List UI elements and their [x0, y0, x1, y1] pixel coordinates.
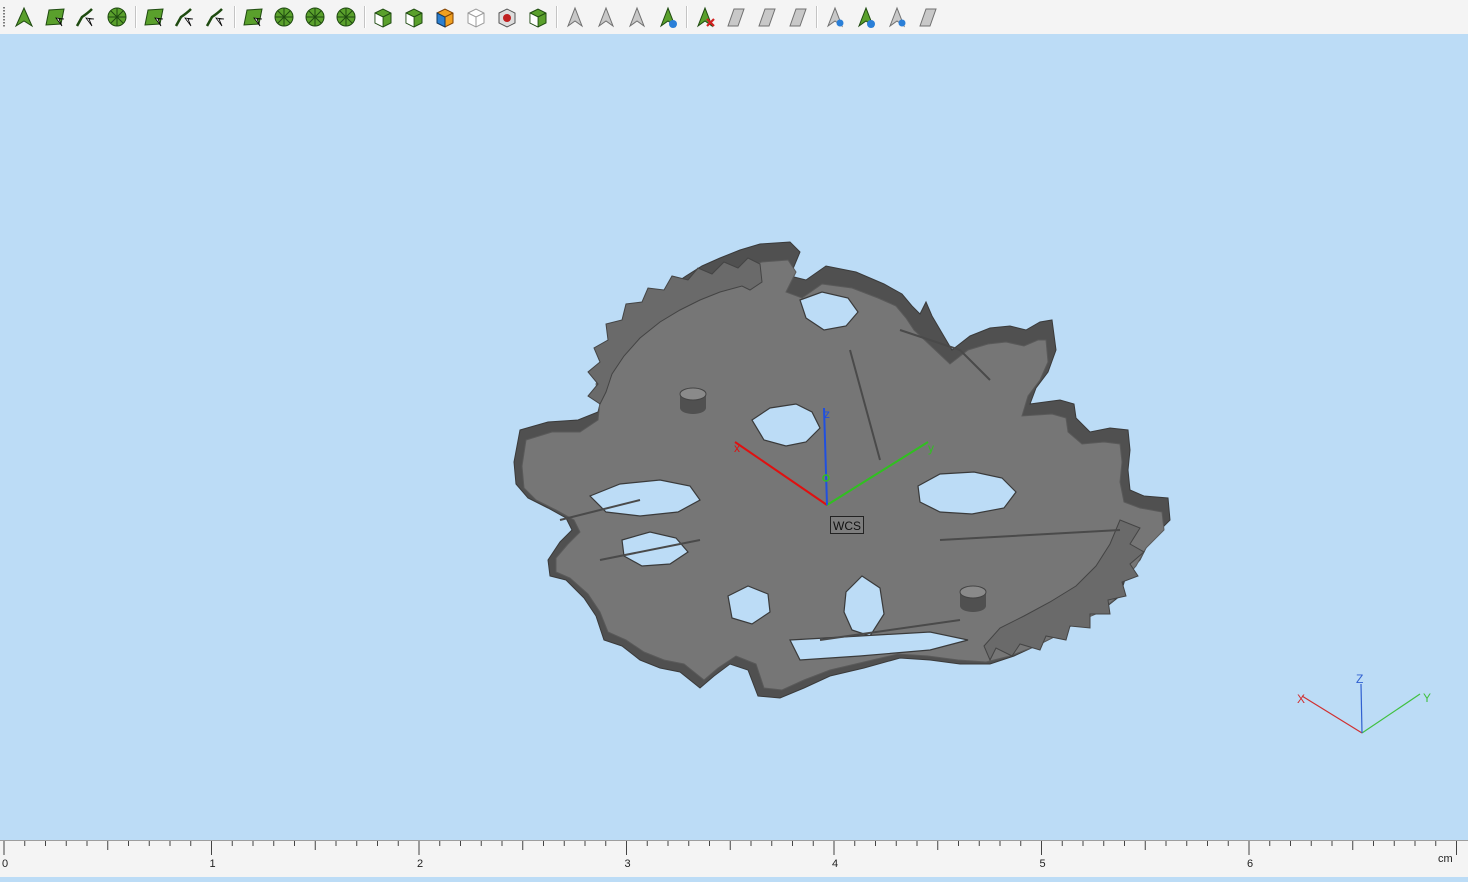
box-view-1-icon [374, 8, 392, 28]
box-view-1-button[interactable] [369, 3, 397, 31]
select-wire-icon [75, 8, 95, 27]
triad-z-axis [1360, 683, 1363, 734]
select-solid-icon [274, 7, 294, 27]
triad-x-axis [1301, 695, 1363, 734]
select-sweep-curve-button[interactable] [202, 3, 230, 31]
box-view-outline-button[interactable] [462, 3, 490, 31]
box-view-colored-button[interactable] [431, 3, 459, 31]
toolbar-separator [364, 6, 366, 28]
model-emblem[interactable] [513, 241, 1171, 699]
arrow-tool-3-icon [628, 6, 646, 28]
toolbar-separator [686, 6, 688, 28]
triad-y-axis [1361, 693, 1421, 734]
measure-1-icon [826, 6, 844, 28]
select-sweep-curve-icon [205, 8, 225, 27]
triad-x-label: X [1297, 692, 1305, 706]
toolbar-separator [556, 6, 558, 28]
toolbar-separator [816, 6, 818, 28]
arrow-tool-1-icon [566, 6, 584, 28]
select-shell-by-face-icon [174, 8, 194, 27]
select-shell-button[interactable] [239, 3, 267, 31]
main-toolbar [0, 0, 1468, 35]
toolbar-grip[interactable] [3, 7, 5, 27]
plane-tool-2-button[interactable] [753, 3, 781, 31]
box-view-2-button[interactable] [400, 3, 428, 31]
select-shell-icon [243, 8, 263, 27]
select-face-icon [144, 8, 164, 27]
ruler-label: 2 [417, 858, 424, 870]
select-compound-icon [305, 7, 325, 27]
ruler-label: 3 [624, 858, 631, 870]
ruler-label: 6 [1247, 858, 1254, 870]
plane-tool-1-icon [727, 8, 745, 27]
measure-2-icon [857, 6, 875, 28]
plane-tool-3-icon [789, 8, 807, 27]
toolbar-separator [234, 6, 236, 28]
3d-viewport[interactable]: x y z X Y Z [0, 34, 1468, 840]
arrow-tool-2-button[interactable] [592, 3, 620, 31]
plane-tool-1-button[interactable] [722, 3, 750, 31]
plane-tool-2-icon [758, 8, 776, 27]
delete-arrow-icon [696, 6, 715, 28]
select-face-by-vertex-icon [107, 7, 127, 27]
select-face-by-vertex-button[interactable] [103, 3, 131, 31]
measure-2-button[interactable] [852, 3, 880, 31]
wcs-z-label: z [824, 407, 830, 421]
arrow-tool-1-button[interactable] [561, 3, 589, 31]
triad-z-label: Z [1356, 672, 1363, 686]
arrow-tool-4-icon [659, 6, 677, 28]
select-face-button[interactable] [140, 3, 168, 31]
triad-y-label: Y [1423, 691, 1431, 705]
model-boss-right [959, 585, 987, 612]
wcs-x-label: x [734, 441, 740, 455]
select-edge-icon [45, 8, 65, 27]
arrow-tool-2-icon [597, 6, 615, 28]
model-cutout-right [917, 471, 1017, 515]
box-view-colored-icon [436, 8, 454, 28]
select-wire-button[interactable] [72, 3, 100, 31]
ruler-label: 5 [1039, 858, 1046, 870]
measure-3-icon [888, 6, 906, 28]
box-view-red-button[interactable] [493, 3, 521, 31]
arrow-tool-3-button[interactable] [623, 3, 651, 31]
view-triad[interactable]: X Y Z [1297, 672, 1431, 734]
ruler-label: 4 [832, 858, 839, 870]
select-edge-button[interactable] [41, 3, 69, 31]
measure-4-icon [919, 8, 937, 27]
select-solid-button[interactable] [270, 3, 298, 31]
ruler-label: 1 [209, 858, 216, 870]
measure-4-button[interactable] [914, 3, 942, 31]
arrow-tool-4-button[interactable] [654, 3, 682, 31]
box-view-outline-icon [467, 8, 485, 28]
select-wheel-button[interactable] [332, 3, 360, 31]
measure-1-button[interactable] [821, 3, 849, 31]
scene-canvas[interactable]: x y z X Y Z [0, 34, 1468, 840]
model-boss-left [679, 387, 707, 414]
select-vertex-icon [14, 6, 34, 28]
ruler-label: 0 [2, 858, 9, 870]
select-compound-button[interactable] [301, 3, 329, 31]
box-view-green-button[interactable] [524, 3, 552, 31]
box-view-red-icon [498, 8, 516, 28]
select-wheel-icon [336, 7, 356, 27]
ruler-unit: cm [1438, 853, 1453, 865]
wcs-y-label: y [928, 441, 934, 455]
box-view-2-icon [405, 8, 423, 28]
plane-tool-3-button[interactable] [784, 3, 812, 31]
bottom-ruler: 0 1 2 3 4 5 6 cm [0, 840, 1468, 877]
box-view-green-icon [529, 8, 547, 28]
select-vertex-button[interactable] [10, 3, 38, 31]
wcs-tag: WCS [830, 516, 864, 534]
select-shell-by-face-button[interactable] [171, 3, 199, 31]
delete-arrow-button[interactable] [691, 3, 719, 31]
measure-3-button[interactable] [883, 3, 911, 31]
toolbar-separator [135, 6, 137, 28]
